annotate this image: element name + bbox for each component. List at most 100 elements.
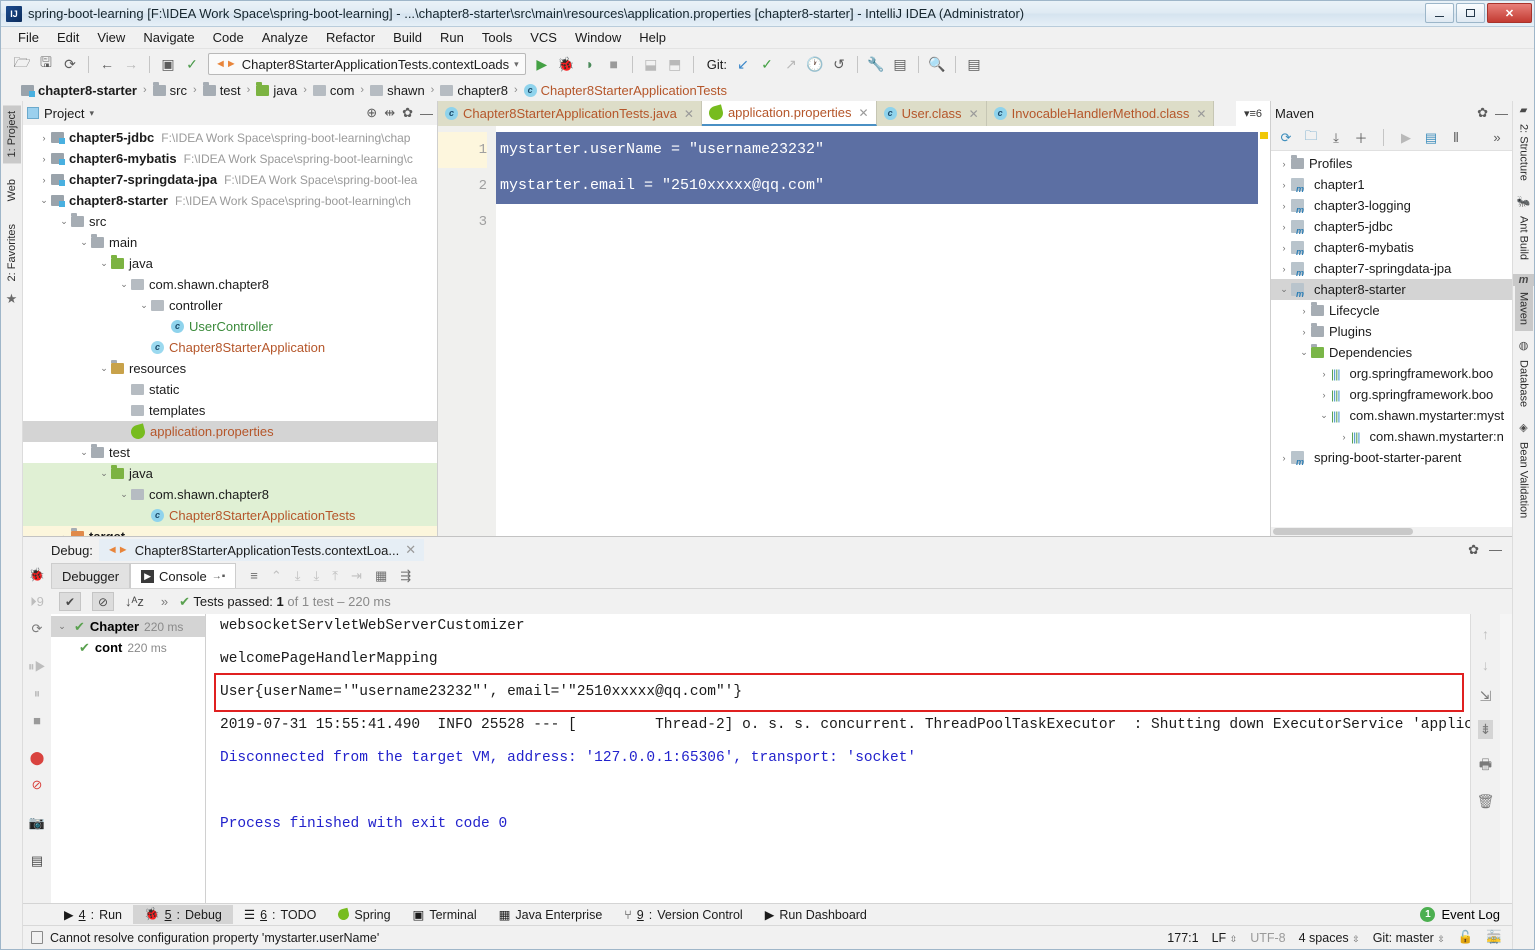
layout-settings-icon[interactable]: ▤: [31, 853, 43, 869]
hide-icon[interactable]: —: [420, 106, 433, 121]
stop-icon[interactable]: ■: [33, 713, 41, 728]
tree-expand-arrow[interactable]: ›: [57, 532, 71, 537]
tree-row[interactable]: ⌄ test: [23, 442, 437, 463]
scroll-up-icon[interactable]: ↑: [1482, 626, 1489, 642]
console-output[interactable]: websocketServletWebServerCustomizer welc…: [206, 614, 1470, 903]
run-icon[interactable]: ▶: [531, 53, 553, 75]
soft-wrap-icon[interactable]: ⇲: [1480, 688, 1492, 705]
tree-expand-arrow[interactable]: ⌄: [1297, 347, 1311, 358]
tree-expand-arrow[interactable]: ⌄: [77, 237, 91, 248]
tab-console[interactable]: ▶ Console →▪: [130, 563, 237, 588]
breadcrumb-item-class[interactable]: c Chapter8StarterApplicationTests: [522, 83, 729, 98]
editor-text[interactable]: mystarter.userName = "username23232" mys…: [496, 126, 1270, 536]
project-panel-title[interactable]: Project ▾: [27, 106, 94, 121]
pause-icon[interactable]: ⏸: [34, 686, 41, 702]
tree-row[interactable]: › chapter5-jdbc: [1271, 216, 1512, 237]
hide-icon[interactable]: —: [1495, 106, 1508, 121]
tree-row[interactable]: › chapter7-springdata-jpa: [1271, 258, 1512, 279]
tree-expand-arrow[interactable]: ⌄: [1277, 284, 1291, 295]
tree-row[interactable]: c Chapter8StarterApplication: [23, 337, 437, 358]
menu-run[interactable]: Run: [431, 28, 473, 47]
tree-row[interactable]: c UserController: [23, 316, 437, 337]
update-project-icon[interactable]: ↙: [732, 53, 754, 75]
tree-expand-arrow[interactable]: ⌄: [117, 489, 131, 500]
menu-analyze[interactable]: Analyze: [253, 28, 317, 47]
menu-vcs[interactable]: VCS: [521, 28, 566, 47]
tree-row[interactable]: ⌄ chapter8-starter F:\IDEA Work Space\spri…: [23, 190, 437, 211]
open-folder-icon[interactable]: 🗁: [11, 53, 33, 75]
resume-icon[interactable]: ⏸▶: [28, 659, 46, 675]
build-icon[interactable]: ✓: [181, 53, 203, 75]
chevron-down-icon[interactable]: ⌄: [55, 621, 69, 632]
tree-expand-arrow[interactable]: ›: [1277, 243, 1291, 253]
tree-row[interactable]: application.properties: [23, 421, 437, 442]
show-passed-icon[interactable]: ✔: [59, 592, 81, 611]
clear-all-icon[interactable]: 🗑: [1477, 793, 1495, 810]
test-tree-row[interactable]: ✔ cont 220 ms: [51, 637, 205, 658]
mute-breakpoints-icon[interactable]: ⊘: [32, 777, 43, 793]
tree-expand-arrow[interactable]: ›: [1317, 390, 1331, 400]
step-out-icon[interactable]: ⤒: [332, 568, 338, 584]
tree-expand-arrow[interactable]: ›: [1297, 327, 1311, 337]
minimize-button[interactable]: [1425, 3, 1454, 23]
run-configuration-selector[interactable]: ◄► Chapter8StarterApplicationTests.conte…: [208, 53, 526, 75]
tree-row[interactable]: › |||| org.springframework.boo: [1271, 384, 1512, 405]
locate-icon[interactable]: ⊕: [366, 105, 377, 121]
tree-row[interactable]: ⌄ com.shawn.chapter8: [23, 484, 437, 505]
back-icon[interactable]: ←: [96, 53, 118, 75]
rollback-icon[interactable]: ↺: [828, 53, 850, 75]
step-into-icon[interactable]: ⤓: [314, 568, 320, 584]
tree-expand-arrow[interactable]: ›: [1277, 180, 1291, 190]
ide-train-icon[interactable]: 🚋: [1486, 930, 1502, 945]
tree-row[interactable]: ⌄ |||| com.shawn.mystarter:myst: [1271, 405, 1512, 426]
layout-icon[interactable]: ≡: [250, 568, 258, 583]
stack-icon[interactable]: ▤: [963, 53, 985, 75]
tree-row[interactable]: › chapter1: [1271, 174, 1512, 195]
menu-window[interactable]: Window: [566, 28, 630, 47]
tree-expand-arrow[interactable]: ⌄: [57, 216, 71, 227]
tree-row[interactable]: ⌄ controller: [23, 295, 437, 316]
tree-row[interactable]: › chapter5-jdbc F:\IDEA Work Space\spring-…: [23, 127, 437, 148]
tree-row[interactable]: ⌄ src: [23, 211, 437, 232]
editor-tab[interactable]: application.properties ✕: [701, 101, 877, 126]
close-icon[interactable]: ✕: [1196, 107, 1206, 121]
maven-tree[interactable]: ›Profiles›chapter1›chapter3-logging›chap…: [1271, 151, 1512, 527]
editor-tab[interactable]: c Chapter8StarterApplicationTests.java ✕: [438, 101, 702, 126]
tab-debugger[interactable]: Debugger: [51, 563, 131, 588]
profiler-icon[interactable]: ⬒: [664, 53, 686, 75]
tree-expand-arrow[interactable]: ›: [37, 175, 51, 185]
tree-expand-arrow[interactable]: ⌄: [37, 195, 51, 206]
generate-sources-icon[interactable]: 🗀: [1303, 127, 1319, 149]
project-tree[interactable]: › chapter5-jdbc F:\IDEA Work Space\spring-…: [23, 125, 437, 536]
run-icon[interactable]: ▶: [1398, 130, 1414, 146]
download-sources-icon[interactable]: ⤓: [1328, 130, 1344, 146]
event-log-area[interactable]: 1 Event Log: [1420, 907, 1512, 922]
encoding[interactable]: UTF-8: [1250, 931, 1285, 945]
line-separator[interactable]: LF ⇳: [1212, 931, 1238, 945]
tree-row[interactable]: ⌄ java: [23, 253, 437, 274]
chevron-down-icon[interactable]: ▾: [89, 108, 94, 119]
tree-expand-arrow[interactable]: ›: [37, 133, 51, 143]
tool-window-version-control[interactable]: ⑂ 9: Version Control: [613, 906, 753, 924]
editor-tab[interactable]: c InvocableHandlerMethod.class ✕: [986, 101, 1215, 126]
skip-tests-icon[interactable]: ⫴: [1448, 130, 1464, 146]
tree-expand-arrow[interactable]: ⌄: [77, 447, 91, 458]
tool-window-todo[interactable]: ☰ 6: TODO: [233, 905, 328, 924]
breadcrumb-item-com[interactable]: com: [311, 83, 357, 98]
attach-profiler-icon[interactable]: ⬓: [640, 53, 662, 75]
tool-window-run[interactable]: ▶ 4: Run: [53, 905, 133, 924]
tool-window-run-dashboard[interactable]: ▶ Run Dashboard: [754, 905, 878, 924]
tree-expand-arrow[interactable]: ›: [37, 154, 51, 164]
close-icon[interactable]: ✕: [684, 107, 694, 121]
tree-expand-arrow[interactable]: ⌄: [97, 363, 111, 374]
run-coverage-icon[interactable]: ◗: [579, 53, 601, 75]
sidebar-item-web[interactable]: Web: [3, 173, 21, 207]
tree-row[interactable]: › |||| com.shawn.mystarter:n: [1271, 426, 1512, 447]
menu-tools[interactable]: Tools: [473, 28, 521, 47]
maximize-button[interactable]: [1456, 3, 1485, 23]
tree-row[interactable]: static: [23, 379, 437, 400]
tree-row[interactable]: ⌄ resources: [23, 358, 437, 379]
lock-icon[interactable]: 🔓: [1458, 930, 1474, 945]
breadcrumb-item-test[interactable]: test: [201, 81, 243, 98]
editor-tab-row[interactable]: c Chapter8StarterApplicationTests.java ✕ ap…: [438, 101, 1270, 126]
